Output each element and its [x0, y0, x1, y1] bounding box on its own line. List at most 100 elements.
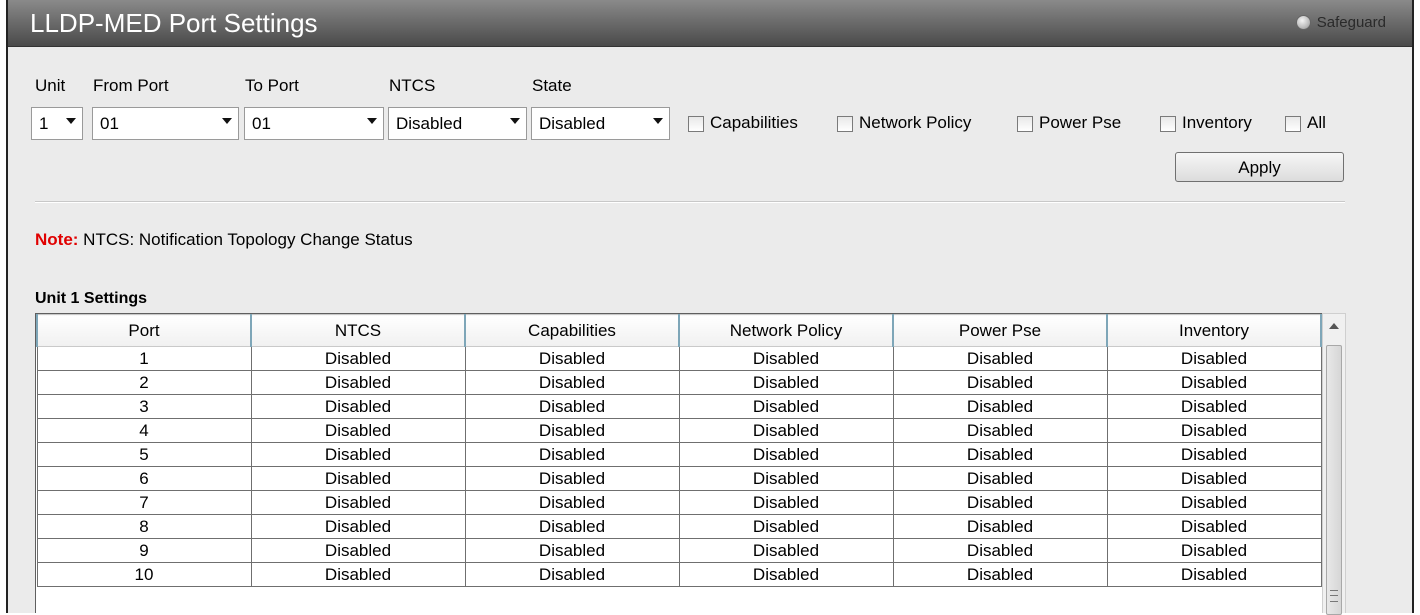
- unit-select[interactable]: 1: [31, 107, 83, 140]
- table-cell: Disabled: [678, 346, 894, 371]
- chevron-down-icon: [367, 118, 377, 124]
- table-cell: 2: [36, 370, 252, 395]
- power-pse-checkbox[interactable]: [1017, 116, 1033, 132]
- column-header-capabilities: Capabilities: [464, 314, 680, 347]
- column-header-port: Port: [36, 314, 252, 347]
- title-bar: LLDP-MED Port Settings Safeguard: [8, 0, 1412, 47]
- section-title: Unit 1 Settings: [35, 290, 148, 307]
- column-header-power-pse: Power Pse: [892, 314, 1108, 347]
- safeguard-indicator[interactable]: Safeguard: [1295, 14, 1386, 31]
- table-cell: Disabled: [464, 466, 680, 491]
- table-cell: Disabled: [1106, 466, 1322, 491]
- unit-select-value: 1: [39, 113, 49, 133]
- column-header-inventory: Inventory: [1106, 314, 1322, 347]
- table-cell: Disabled: [678, 418, 894, 443]
- table-cell: Disabled: [1106, 562, 1322, 587]
- table-cell: Disabled: [678, 466, 894, 491]
- table-cell: Disabled: [250, 346, 466, 371]
- safeguard-label: Safeguard: [1316, 14, 1386, 31]
- power-pse-checkbox-label: Power Pse: [1039, 113, 1122, 132]
- table-cell: Disabled: [678, 370, 894, 395]
- state-label: State: [532, 76, 572, 95]
- table-cell: Disabled: [1106, 370, 1322, 395]
- table-cell: Disabled: [464, 346, 680, 371]
- column-header-ntcs: NTCS: [250, 314, 466, 347]
- note: Note: NTCS: Notification Topology Change…: [35, 230, 413, 250]
- table-cell: Disabled: [250, 562, 466, 587]
- table-cell: Disabled: [892, 466, 1108, 491]
- grip-icon: [1330, 590, 1338, 602]
- to-port-label: To Port: [245, 76, 299, 95]
- table-cell: 6: [36, 466, 252, 491]
- scrollbar-thumb[interactable]: [1326, 345, 1342, 615]
- ntcs-select-value: Disabled: [396, 113, 463, 133]
- all-checkbox[interactable]: [1285, 116, 1301, 132]
- table-cell: Disabled: [250, 490, 466, 515]
- chevron-down-icon: [653, 118, 663, 124]
- table-row: 9 Disabled Disabled Disabled Disabled Di…: [36, 538, 1322, 563]
- capabilities-checkbox-label: Capabilities: [710, 113, 798, 132]
- table-cell: Disabled: [678, 562, 894, 587]
- table-cell: Disabled: [464, 370, 680, 395]
- inventory-checkbox[interactable]: [1160, 116, 1176, 132]
- table-cell: 4: [36, 418, 252, 443]
- ntcs-select[interactable]: Disabled: [388, 107, 527, 140]
- table-cell: Disabled: [464, 514, 680, 539]
- column-header-network-policy: Network Policy: [678, 314, 894, 347]
- table-cell: 9: [36, 538, 252, 563]
- table-row: 3 Disabled Disabled Disabled Disabled Di…: [36, 394, 1322, 419]
- network-policy-checkbox-label: Network Policy: [859, 113, 972, 132]
- note-text: NTCS: Notification Topology Change Statu…: [78, 230, 413, 249]
- table-cell: Disabled: [1106, 538, 1322, 563]
- chevron-down-icon: [222, 118, 232, 124]
- to-port-select[interactable]: 01: [244, 107, 384, 140]
- table-cell: Disabled: [250, 466, 466, 491]
- from-port-select-value: 01: [100, 113, 119, 133]
- from-port-select[interactable]: 01: [92, 107, 239, 140]
- table-cell: Disabled: [250, 538, 466, 563]
- table-cell: Disabled: [892, 394, 1108, 419]
- table-cell: Disabled: [892, 418, 1108, 443]
- table-scrollbar[interactable]: [1322, 313, 1346, 615]
- ntcs-label: NTCS: [389, 76, 436, 95]
- page-frame: LLDP-MED Port Settings Safeguard Unit Fr…: [6, 0, 1414, 615]
- table-row: 7 Disabled Disabled Disabled Disabled Di…: [36, 490, 1322, 515]
- table-cell: Disabled: [892, 562, 1108, 587]
- page-title: LLDP-MED Port Settings: [30, 8, 318, 38]
- inventory-checkbox-label: Inventory: [1182, 113, 1252, 132]
- table-cell: Disabled: [1106, 490, 1322, 515]
- table-cell: Disabled: [892, 490, 1108, 515]
- all-checkbox-label: All: [1307, 113, 1326, 132]
- table-row: 10 Disabled Disabled Disabled Disabled D…: [36, 562, 1322, 587]
- table-row: 2 Disabled Disabled Disabled Disabled Di…: [36, 370, 1322, 395]
- table-cell: Disabled: [678, 394, 894, 419]
- arrow-up-icon[interactable]: [1329, 323, 1339, 329]
- table-cell: Disabled: [892, 514, 1108, 539]
- network-policy-checkbox[interactable]: [837, 116, 853, 132]
- table-cell: Disabled: [1106, 418, 1322, 443]
- radio-indicator-icon: [1295, 15, 1311, 30]
- table-cell: Disabled: [678, 442, 894, 467]
- table-cell: Disabled: [464, 442, 680, 467]
- table-cell: Disabled: [464, 490, 680, 515]
- chevron-down-icon: [510, 118, 520, 124]
- divider: [35, 201, 1345, 203]
- table-cell: Disabled: [464, 394, 680, 419]
- table-cell: 5: [36, 442, 252, 467]
- table-row: 5 Disabled Disabled Disabled Disabled Di…: [36, 442, 1322, 467]
- table-cell: Disabled: [892, 538, 1108, 563]
- table-cell: Disabled: [250, 418, 466, 443]
- table-cell: 10: [36, 562, 252, 587]
- state-select[interactable]: Disabled: [531, 107, 670, 140]
- table-cell: Disabled: [250, 442, 466, 467]
- chevron-down-icon: [66, 118, 76, 124]
- table-cell: 3: [36, 394, 252, 419]
- table-cell: Disabled: [1106, 514, 1322, 539]
- table-cell: 8: [36, 514, 252, 539]
- table-cell: Disabled: [464, 538, 680, 563]
- table-cell: Disabled: [1106, 346, 1322, 371]
- table-cell: Disabled: [678, 490, 894, 515]
- from-port-label: From Port: [93, 76, 169, 95]
- capabilities-checkbox[interactable]: [688, 116, 704, 132]
- apply-button[interactable]: Apply: [1175, 152, 1344, 182]
